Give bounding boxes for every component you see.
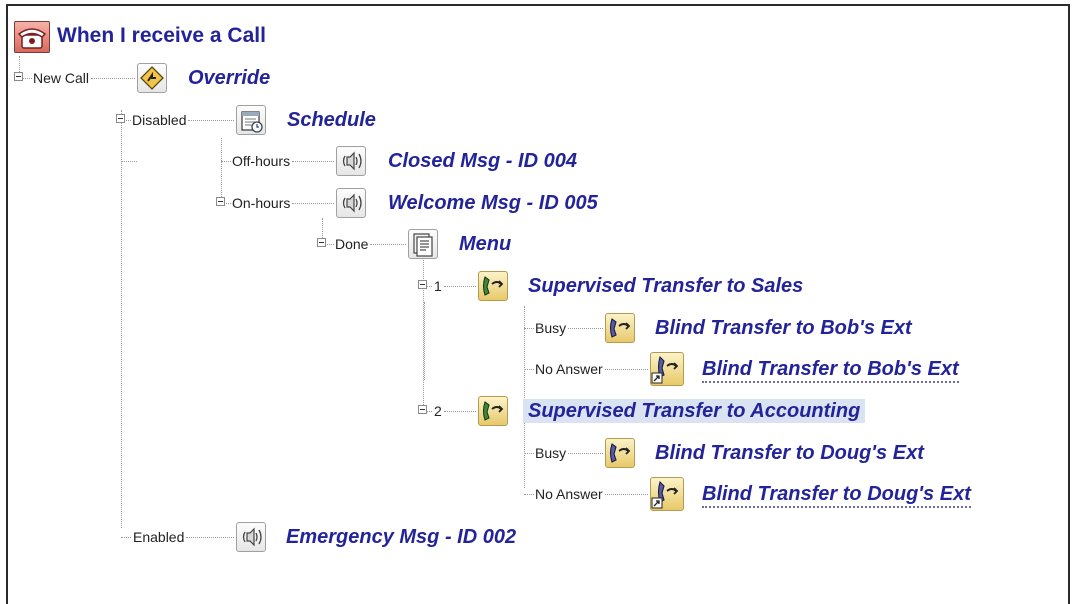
tree-connector-line [424, 302, 425, 380]
branch-label: New Call [32, 70, 91, 86]
collapse-toggle-icon[interactable] [418, 280, 427, 289]
collapse-toggle-icon[interactable] [216, 197, 225, 206]
tree-connector-line [188, 120, 234, 121]
supervised-transfer-icon[interactable] [478, 396, 508, 426]
branch-label: Disabled [131, 112, 188, 128]
schedule-icon[interactable] [236, 105, 266, 135]
tree-connector-line [292, 161, 334, 162]
tree-connector-line [292, 203, 334, 204]
sup-acct-node-label[interactable]: Supervised Transfer to Accounting [523, 399, 866, 423]
branch-label: Off-hours [231, 153, 292, 169]
collapse-toggle-icon[interactable] [418, 405, 427, 414]
bob-busy-node-label[interactable]: Blind Transfer to Bob's Ext [655, 316, 912, 340]
tree-connector-line [370, 244, 406, 245]
blind-transfer-shortcut-icon[interactable] [650, 352, 684, 386]
branch-label: 2 [433, 403, 443, 419]
menu-node-label[interactable]: Menu [459, 232, 511, 256]
collapse-toggle-icon[interactable] [14, 72, 23, 81]
branch-label: No Answer [534, 361, 604, 377]
tree-connector-line [121, 110, 122, 528]
override-node-label[interactable]: Override [188, 66, 270, 90]
branch-label: Busy [534, 445, 568, 461]
doug-noans-node-label[interactable]: Blind Transfer to Doug's Ext [702, 482, 971, 508]
tree-connector-line [121, 161, 137, 162]
blind-transfer-icon[interactable] [605, 313, 635, 343]
doug-busy-node-label[interactable]: Blind Transfer to Doug's Ext [655, 441, 924, 465]
tree-connector-line [524, 306, 525, 488]
call-flow-tree: When I receive a Call New Call Override Di… [0, 0, 1076, 588]
speaker-icon[interactable] [236, 522, 266, 552]
branch-label: Enabled [132, 529, 186, 545]
schedule-node-label[interactable]: Schedule [287, 108, 376, 132]
blind-transfer-shortcut-icon[interactable] [650, 477, 684, 511]
tree-connector-line [604, 494, 648, 495]
welcome-node-label[interactable]: Welcome Msg - ID 005 [388, 191, 598, 215]
bob-noans-node-label[interactable]: Blind Transfer to Bob's Ext [702, 357, 959, 383]
tree-connector-line [221, 138, 222, 197]
tree-connector-line [604, 369, 648, 370]
collapse-toggle-icon[interactable] [317, 238, 326, 247]
override-icon[interactable] [137, 63, 167, 93]
tree-connector-line [443, 286, 476, 287]
telephone-icon[interactable] [14, 21, 50, 53]
collapse-toggle-icon[interactable] [116, 114, 125, 123]
tree-connector-line [568, 328, 603, 329]
sup-sales-node-label[interactable]: Supervised Transfer to Sales [528, 274, 803, 298]
branch-label: Done [334, 236, 370, 252]
branch-label: 1 [433, 278, 443, 294]
tree-connector-line [186, 537, 234, 538]
tree-connector-line [91, 78, 135, 79]
speaker-icon[interactable] [336, 146, 366, 176]
branch-label: No Answer [534, 486, 604, 502]
branch-label: On-hours [231, 195, 292, 211]
speaker-icon[interactable] [336, 188, 366, 218]
tree-connector-line [322, 218, 323, 238]
menu-icon[interactable] [408, 229, 438, 259]
tree-connector-line [19, 56, 20, 72]
tree-connector-line [443, 411, 476, 412]
root-label[interactable]: When I receive a Call [57, 24, 266, 48]
tree-connector-line [568, 453, 603, 454]
branch-label: Busy [534, 320, 568, 336]
emergency-node-label[interactable]: Emergency Msg - ID 002 [286, 525, 516, 549]
supervised-transfer-icon[interactable] [478, 271, 508, 301]
closed-node-label[interactable]: Closed Msg - ID 004 [388, 149, 577, 173]
blind-transfer-icon[interactable] [605, 438, 635, 468]
